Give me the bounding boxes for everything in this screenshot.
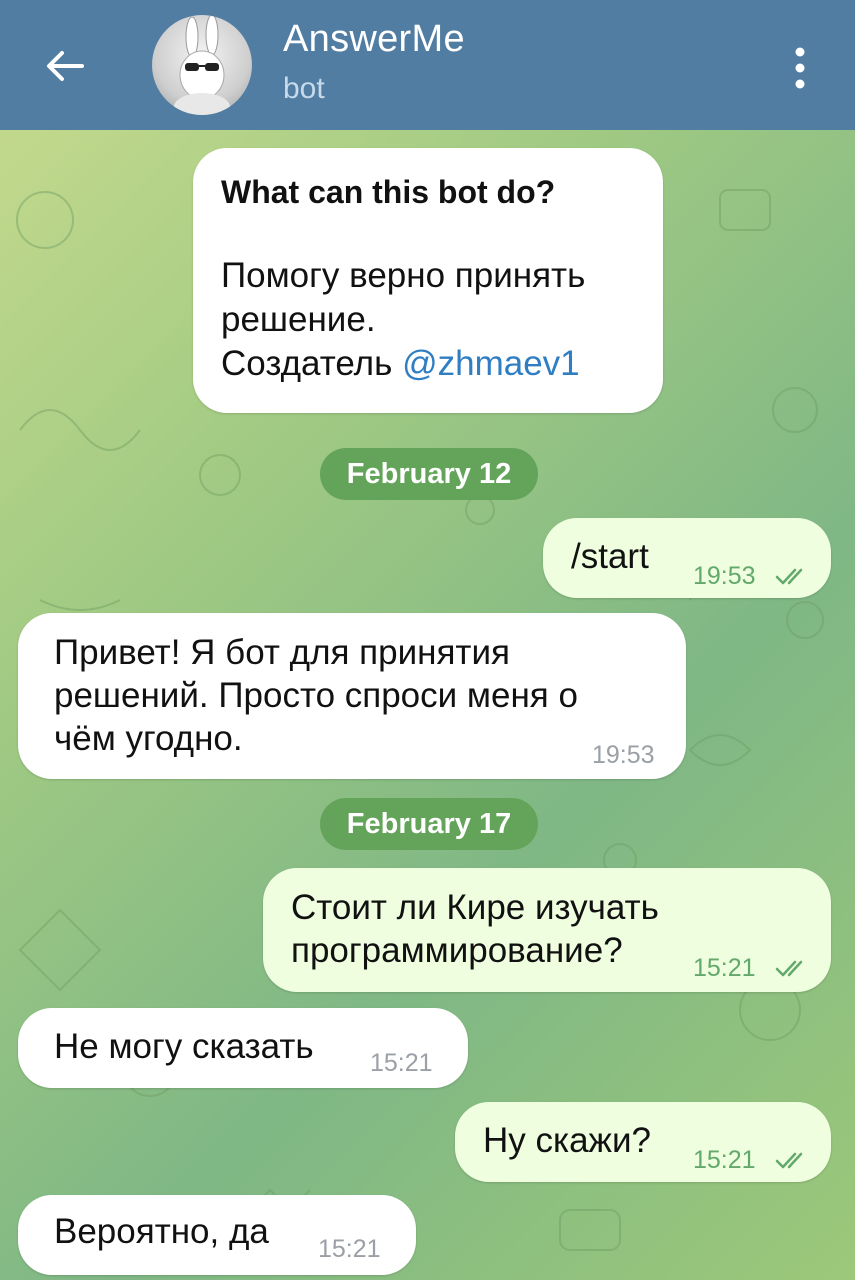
message-time: 19:53: [592, 741, 655, 769]
double-check-icon: [775, 960, 803, 977]
incoming-message[interactable]: Вероятно, да 15:21: [18, 1195, 416, 1275]
bot-info-line: решение.: [221, 300, 376, 339]
message-text: /start: [571, 537, 649, 576]
chat-title[interactable]: AnswerMe: [283, 18, 465, 61]
incoming-message[interactable]: Не могу сказать 15:21: [18, 1008, 468, 1088]
message-line: Стоит ли Кире изучать: [291, 888, 659, 927]
chat-subtitle: bot: [283, 72, 325, 105]
rabbit-with-sunglasses-icon: [174, 15, 230, 115]
message-time: 15:21: [318, 1235, 381, 1263]
message-text: Вероятно, да: [54, 1212, 269, 1251]
outgoing-message[interactable]: Ну скажи? 15:21: [455, 1102, 831, 1182]
message-text: Стоит ли Кире изучать программирование?: [291, 886, 659, 972]
date-separator: February 12: [320, 448, 538, 500]
message-time: 15:21: [693, 954, 756, 982]
bot-avatar[interactable]: [152, 15, 252, 115]
message-line: программирование?: [291, 931, 623, 970]
incoming-message[interactable]: Привет! Я бот для принятия решений. Прос…: [18, 613, 686, 779]
chat-header: AnswerMe bot: [0, 0, 855, 130]
date-separator: February 17: [320, 798, 538, 850]
back-button[interactable]: [38, 38, 94, 94]
arrow-left-icon: [47, 51, 84, 81]
message-line: чём угодно.: [54, 719, 243, 758]
double-check-icon: [775, 1152, 803, 1169]
message-text: Привет! Я бот для принятия решений. Прос…: [54, 631, 578, 760]
message-time: 19:53: [693, 562, 756, 590]
more-menu-button[interactable]: [780, 40, 820, 96]
vertical-dots-icon: [795, 47, 805, 89]
double-check-icon: [775, 568, 803, 585]
bot-info-title: What can this bot do?: [221, 174, 556, 210]
message-line: решений. Просто спроси меня о: [54, 676, 578, 715]
message-text: Не могу сказать: [54, 1027, 314, 1066]
bot-info-description: Помогу верно принять решение. Создатель …: [221, 254, 635, 386]
message-time: 15:21: [370, 1049, 433, 1077]
outgoing-message[interactable]: /start 19:53: [543, 518, 831, 598]
bot-info-card: What can this bot do? Помогу верно приня…: [193, 148, 663, 413]
message-time: 15:21: [693, 1146, 756, 1174]
bot-info-line: Помогу верно принять: [221, 256, 586, 295]
creator-label: Создатель: [221, 344, 403, 383]
outgoing-message[interactable]: Стоит ли Кире изучать программирование? …: [263, 868, 831, 992]
message-line: Привет! Я бот для принятия: [54, 633, 510, 672]
message-text: Ну скажи?: [483, 1121, 651, 1160]
creator-link[interactable]: @zhmaev1: [402, 344, 580, 383]
bot-info-creator: Создатель @zhmaev1: [221, 342, 635, 386]
